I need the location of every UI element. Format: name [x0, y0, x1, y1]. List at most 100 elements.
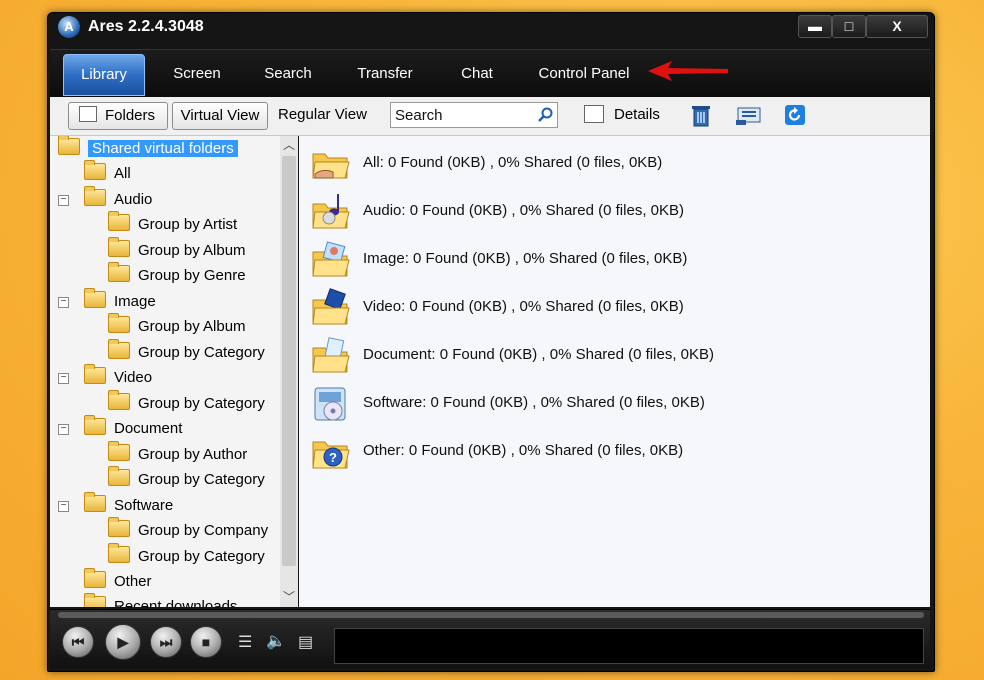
player-options-icon[interactable]: ▤ — [298, 632, 313, 652]
folder-icon — [84, 160, 106, 180]
category-text: Other: 0 Found (0KB) , 0% Shared (0 file… — [363, 442, 684, 459]
tree-item-label: Group by Category — [138, 548, 265, 565]
next-track-icon[interactable]: ⏭ — [150, 626, 182, 658]
tree-item-group-by-category[interactable]: Group by Category — [108, 543, 265, 568]
tab-search[interactable]: Search — [248, 54, 328, 94]
details-button[interactable]: Details — [614, 102, 660, 128]
image-folder-icon — [312, 241, 350, 277]
tab-chat[interactable]: Chat — [444, 54, 510, 94]
tree-scrollbar[interactable]: ︿ ﹀ — [280, 136, 298, 607]
tree-item-group-by-category[interactable]: Group by Category — [108, 390, 265, 415]
tree-item-group-by-category[interactable]: Group by Category — [108, 339, 265, 364]
share-folder-icon[interactable] — [736, 104, 762, 126]
search-icon[interactable] — [537, 107, 553, 123]
category-text: Image: 0 Found (0KB) , 0% Shared (0 file… — [363, 250, 688, 267]
maximize-button[interactable]: □ — [832, 15, 866, 38]
tree-item-label: Group by Genre — [138, 267, 246, 284]
tree-item-label: Audio — [114, 191, 153, 208]
tree-item-label: Shared virtual folders — [88, 140, 238, 157]
main-tab-bar: Library Screen Search Transfer Chat Cont… — [50, 49, 930, 98]
tree-item-group-by-author[interactable]: Group by Author — [108, 441, 248, 466]
now-playing-display — [334, 628, 924, 664]
tree-item-label: Recent downloads — [114, 598, 238, 607]
tree-item-label: Group by Author — [138, 446, 248, 463]
tree-item-audio[interactable]: Audio — [84, 186, 153, 211]
tree-item-label: Group by Category — [138, 344, 265, 361]
tree-item-label: All — [114, 165, 131, 182]
folder-icon — [108, 262, 130, 282]
tree-item-group-by-album[interactable]: Group by Album — [108, 237, 246, 262]
tree-item-video[interactable]: Video — [84, 364, 152, 389]
folder-icon — [108, 313, 130, 333]
ares-logo-icon: A — [58, 16, 80, 38]
playlist-icon[interactable]: ☰ — [238, 632, 252, 652]
tree-item-group-by-artist[interactable]: Group by Artist — [108, 211, 238, 236]
folder-icon — [108, 390, 130, 410]
collapse-audio-icon[interactable]: − — [58, 195, 69, 206]
tree-item-software[interactable]: Software — [84, 492, 173, 517]
tab-transfer[interactable]: Transfer — [340, 54, 430, 94]
scroll-down-icon[interactable]: ﹀ — [280, 588, 298, 606]
search-input[interactable]: Search — [390, 102, 558, 128]
minimize-button[interactable]: ▬ — [798, 15, 832, 38]
folder-icon — [84, 288, 106, 308]
folder-icon — [84, 186, 106, 206]
folder-icon — [84, 568, 106, 588]
tree-item-group-by-company[interactable]: Group by Company — [108, 517, 268, 542]
collapse-software-icon[interactable]: − — [58, 501, 69, 512]
tree-item-image[interactable]: Image — [84, 288, 156, 313]
playback-progress-slider[interactable] — [58, 612, 924, 618]
folder-icon — [84, 364, 106, 384]
trash-icon[interactable] — [690, 103, 712, 127]
scroll-thumb[interactable] — [282, 156, 296, 566]
tree-item-all[interactable]: All — [84, 160, 131, 185]
shared-folder-icon — [312, 153, 350, 179]
folder-icon — [108, 517, 130, 537]
tree-item-group-by-genre[interactable]: Group by Genre — [108, 262, 246, 287]
category-text: All: 0 Found (0KB) , 0% Shared (0 files,… — [363, 154, 663, 171]
title-bar[interactable]: A Ares 2.2.4.3048 ▬ □ X — [48, 13, 934, 43]
shared-folders-tree: Shared virtual folders All − Audio Group… — [50, 136, 281, 607]
library-toolbar: Folders Virtual View Regular View Search… — [50, 97, 930, 136]
tree-item-label: Document — [114, 420, 183, 437]
folder-open-icon — [58, 136, 80, 155]
tree-item-shared-virtual-folders[interactable]: Shared virtual folders — [58, 136, 238, 160]
tab-control-panel[interactable]: Control Panel — [524, 54, 644, 94]
tree-item-recent-downloads[interactable]: Recent downloads — [84, 593, 238, 607]
regular-view-button[interactable]: Regular View — [278, 102, 367, 128]
ares-window: A Ares 2.2.4.3048 ▬ □ X Library Screen S… — [47, 12, 935, 672]
close-button[interactable]: X — [866, 15, 928, 38]
virtual-view-button[interactable]: Virtual View — [172, 102, 268, 130]
library-category-list: All: 0 Found (0KB) , 0% Shared (0 files,… — [299, 136, 930, 607]
other-folder-icon: ? — [312, 441, 350, 469]
folder-icon — [108, 543, 130, 563]
stop-icon[interactable]: ■ — [190, 626, 222, 658]
tree-item-group-by-category[interactable]: Group by Category — [108, 466, 265, 491]
collapse-document-icon[interactable]: − — [58, 424, 69, 435]
refresh-icon[interactable] — [784, 104, 806, 126]
previous-track-icon[interactable]: ⏮ — [62, 626, 94, 658]
tab-library[interactable]: Library — [63, 54, 145, 96]
folder-icon — [108, 441, 130, 461]
volume-icon[interactable]: 🔈 — [266, 631, 286, 651]
svg-text:?: ? — [329, 450, 337, 465]
folder-icon — [84, 415, 106, 435]
tree-item-label: Group by Album — [138, 242, 246, 259]
category-text: Video: 0 Found (0KB) , 0% Shared (0 file… — [363, 298, 684, 315]
folders-button[interactable]: Folders — [68, 102, 168, 130]
tab-screen[interactable]: Screen — [158, 54, 236, 94]
tree-item-document[interactable]: Document — [84, 415, 183, 440]
audio-folder-icon — [312, 194, 350, 229]
tree-item-other[interactable]: Other — [84, 568, 152, 593]
play-icon[interactable]: ▶ — [105, 624, 141, 660]
tree-item-group-by-album[interactable]: Group by Album — [108, 313, 246, 338]
category-text: Software: 0 Found (0KB) , 0% Shared (0 f… — [363, 394, 705, 411]
tree-item-label: Group by Artist — [138, 216, 238, 233]
folders-view-icon — [79, 106, 97, 122]
collapse-image-icon[interactable]: − — [58, 297, 69, 308]
tree-item-label: Image — [114, 293, 156, 310]
collapse-video-icon[interactable]: − — [58, 373, 69, 384]
folder-icon — [108, 339, 130, 359]
scroll-up-icon[interactable]: ︿ — [280, 136, 298, 154]
details-view-icon — [584, 105, 604, 123]
